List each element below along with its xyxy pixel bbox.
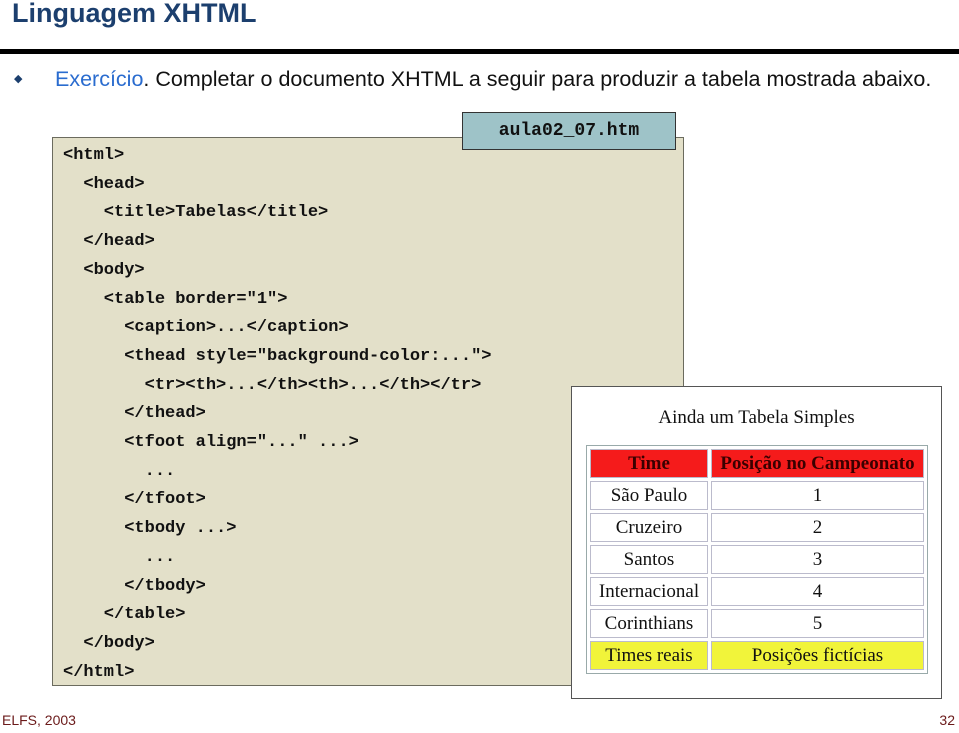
code-line: </table> [63,605,186,625]
table-caption: Ainda um Tabela Simples [658,407,855,428]
position-cell: 3 [711,545,924,574]
position-cell: 4 [711,577,924,606]
exercise-text: . Completar o documento XHTML a seguir p… [143,67,932,91]
team-cell: São Paulo [590,481,708,510]
code-line: <thead style="background-color:..."> [63,346,492,366]
code-line: <html> [63,146,125,165]
footer-row: Times reais Posições fictícias [590,641,924,670]
header-cell-position: Posição no Campeonato [711,449,924,478]
code-line: </head> [63,232,155,252]
code-line: </tfoot> [63,490,206,510]
code-line: <tfoot align="..." ...> [63,433,359,452]
code-line: </html> [63,662,135,682]
code-line: ... [63,547,176,567]
code-line: <caption>...</caption> [63,318,349,338]
code-line: <head> [63,174,145,194]
position-cell: 2 [711,513,924,542]
code-line: </body> [63,633,155,653]
table-row: Corinthians 5 [590,609,924,638]
slide-title: Linguagem XHTML [12,0,257,28]
footer-cell-team: Times reais [590,641,708,670]
title-divider [0,49,959,54]
rendered-table-preview: Ainda um Tabela Simples Time Posição no … [571,386,942,699]
code-line: <table border="1"> [63,289,288,309]
table-row: São Paulo 1 [590,481,924,510]
header-cell-team: Time [590,449,708,478]
team-cell: Corinthians [590,609,708,638]
header-row: Time Posição no Campeonato [590,449,924,478]
table-row: Santos 3 [590,545,924,574]
table-row: Internacional 4 [590,577,924,606]
footer-author: ELFS, 2003 [2,712,76,728]
footer-cell-position: Posições fictícias [711,641,924,670]
table-body: São Paulo 1 Cruzeiro 2 Santos 3 Internac… [590,481,924,638]
code-line: <tbody ...> [63,519,237,539]
table-foot: Times reais Posições fictícias [590,641,924,670]
code-line: <title>Tabelas</title> [63,203,329,223]
code-line: </thead> [63,404,206,424]
table-row: Cruzeiro 2 [590,513,924,542]
bullet-diamond-icon: ◆ [14,73,23,85]
filename-label: aula02_07.htm [462,112,676,150]
table-head: Time Posição no Campeonato [590,449,924,478]
code-line: <tr><th>...</th><th>...</th></tr> [63,375,482,395]
position-cell: 1 [711,481,924,510]
page-number: 32 [939,712,955,728]
code-line: <body> [63,260,145,280]
team-cell: Cruzeiro [590,513,708,542]
position-cell: 5 [711,609,924,638]
team-cell: Internacional [590,577,708,606]
team-table: Time Posição no Campeonato São Paulo 1 C… [586,445,928,674]
exercise-instruction: Exercício. Completar o documento XHTML a… [55,66,935,93]
exercise-label: Exercício [55,67,144,91]
code-line: ... [63,461,176,481]
team-cell: Santos [590,545,708,574]
code-line: </tbody> [63,576,206,596]
